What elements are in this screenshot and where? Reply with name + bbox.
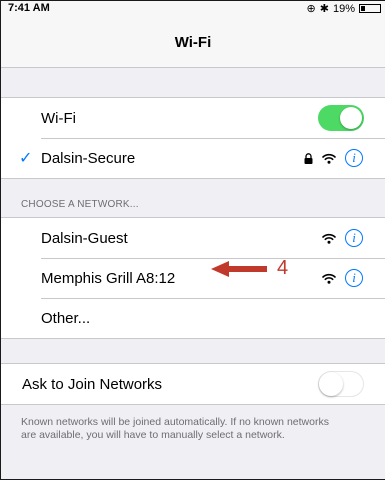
wifi-icon bbox=[322, 233, 336, 244]
lock-icon bbox=[304, 152, 313, 164]
rotation-lock-icon: ⊕ bbox=[306, 3, 316, 15]
ask-to-join-footer: Known networks will be joined automatica… bbox=[21, 416, 329, 441]
connected-network-row[interactable]: ✓ Dalsin-Secure i bbox=[1, 138, 385, 178]
network-row[interactable]: Dalsin-Guest i bbox=[1, 218, 385, 258]
battery-icon bbox=[359, 4, 381, 13]
annotation-arrow: 4 bbox=[211, 257, 288, 280]
network-row[interactable]: Memphis Grill A8:12 i bbox=[1, 258, 385, 298]
status-right: ⊕ ✱ 19% bbox=[307, 2, 381, 15]
wifi-toggle[interactable] bbox=[318, 105, 364, 131]
choose-network-header: CHOOSE A NETWORK... bbox=[21, 199, 139, 210]
network-list: Dalsin-Guest i Memphis Grill A8:12 i Oth… bbox=[1, 217, 385, 339]
status-bar: 7:41 AM ⊕ ✱ 19% bbox=[1, 1, 385, 17]
page-title: Wi-Fi bbox=[174, 33, 212, 51]
connected-network-name: Dalsin-Secure bbox=[41, 149, 136, 167]
wifi-toggle-row: Wi-Fi bbox=[1, 98, 385, 138]
checkmark-icon: ✓ bbox=[19, 150, 33, 167]
network-name: Dalsin-Guest bbox=[41, 229, 128, 247]
nav-bar: Wi-Fi bbox=[1, 17, 385, 68]
annotation-step-number: 4 bbox=[277, 257, 289, 279]
other-network-row[interactable]: Other... bbox=[1, 298, 385, 338]
info-icon[interactable]: i bbox=[345, 269, 363, 287]
left-arrow-icon bbox=[211, 260, 267, 277]
wifi-label: Wi-Fi bbox=[41, 109, 76, 127]
info-icon[interactable]: i bbox=[345, 149, 363, 167]
wifi-group: Wi-Fi ✓ Dalsin-Secure i bbox=[1, 97, 385, 179]
settings-screen: 7:41 AM ⊕ ✱ 19% Wi-Fi Wi-Fi ✓ Dalsin-Sec… bbox=[0, 0, 385, 480]
bluetooth-icon: ✱ bbox=[319, 3, 329, 15]
ask-to-join-toggle[interactable] bbox=[318, 371, 364, 397]
other-network-label: Other... bbox=[41, 309, 91, 327]
ask-to-join-label: Ask to Join Networks bbox=[22, 375, 163, 393]
info-icon[interactable]: i bbox=[345, 229, 363, 247]
battery-percent: 19% bbox=[332, 2, 355, 15]
wifi-icon bbox=[322, 153, 336, 164]
network-name: Memphis Grill A8:12 bbox=[41, 269, 176, 287]
ask-to-join-group: Ask to Join Networks bbox=[1, 363, 385, 405]
wifi-icon bbox=[322, 273, 336, 284]
status-time: 7:41 AM bbox=[8, 2, 50, 14]
ask-to-join-row: Ask to Join Networks bbox=[1, 364, 385, 404]
